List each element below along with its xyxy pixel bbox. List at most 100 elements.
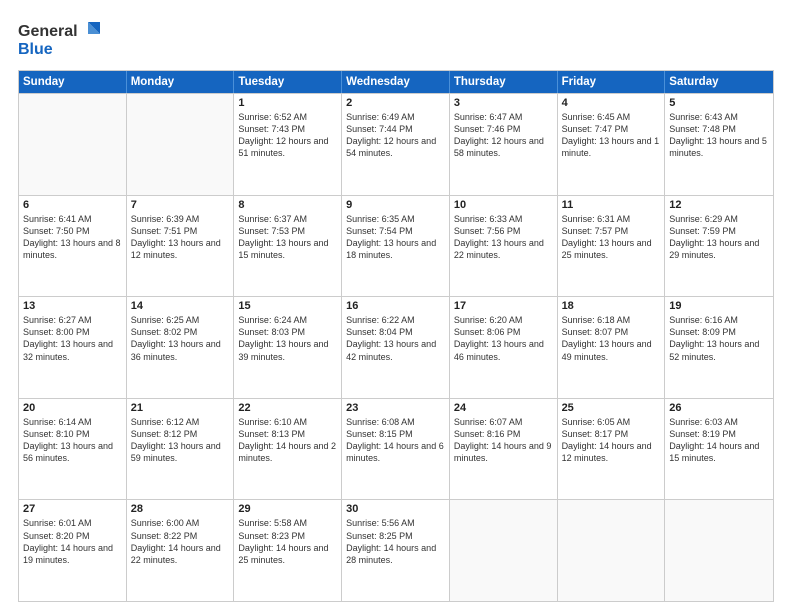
cell-info: Sunrise: 6:16 AMSunset: 8:09 PMDaylight:… bbox=[669, 314, 769, 363]
calendar-cell bbox=[127, 94, 235, 195]
calendar-header: SundayMondayTuesdayWednesdayThursdayFrid… bbox=[19, 71, 773, 93]
calendar-cell: 15Sunrise: 6:24 AMSunset: 8:03 PMDayligh… bbox=[234, 297, 342, 398]
calendar-cell: 30 Sunrise: 5:56 AMSunset: 8:25 PMDayligh… bbox=[342, 500, 450, 601]
cell-info: Sunrise: 6:00 AMSunset: 8:22 PMDaylight:… bbox=[131, 517, 230, 566]
calendar-cell: 9 Sunrise: 6:35 AMSunset: 7:54 PMDaylight… bbox=[342, 196, 450, 297]
cell-info: Sunrise: 6:35 AMSunset: 7:54 PMDaylight:… bbox=[346, 213, 445, 262]
day-number: 9 bbox=[346, 199, 445, 211]
header-cell-sunday: Sunday bbox=[19, 71, 127, 93]
calendar-cell: 1Sunrise: 6:52 AMSunset: 7:43 PMDaylight… bbox=[234, 94, 342, 195]
cell-info: Sunrise: 6:37 AMSunset: 7:53 PMDaylight:… bbox=[238, 213, 337, 262]
cell-info: Sunrise: 6:29 AMSunset: 7:59 PMDaylight:… bbox=[669, 213, 769, 262]
cell-info: Sunrise: 6:47 AMSunset: 7:46 PMDaylight:… bbox=[454, 111, 553, 160]
calendar-cell: 21Sunrise: 6:12 AMSunset: 8:12 PMDayligh… bbox=[127, 399, 235, 500]
calendar-cell bbox=[665, 500, 773, 601]
day-number: 5 bbox=[669, 97, 769, 109]
cell-info: Sunrise: 6:27 AMSunset: 8:00 PMDaylight:… bbox=[23, 314, 122, 363]
cell-info: Sunrise: 6:24 AMSunset: 8:03 PMDaylight:… bbox=[238, 314, 337, 363]
day-number: 23 bbox=[346, 402, 445, 414]
logo: GeneralBlue bbox=[18, 18, 108, 60]
day-number: 3 bbox=[454, 97, 553, 109]
day-number: 27 bbox=[23, 503, 122, 515]
calendar-cell: 2 Sunrise: 6:49 AMSunset: 7:44 PMDaylight… bbox=[342, 94, 450, 195]
calendar-cell: 27 Sunrise: 6:01 AMSunset: 8:20 PMDayligh… bbox=[19, 500, 127, 601]
header-cell-thursday: Thursday bbox=[450, 71, 558, 93]
calendar-cell bbox=[558, 500, 666, 601]
cell-info: Sunrise: 6:07 AMSunset: 8:16 PMDaylight:… bbox=[454, 416, 553, 465]
cell-info: Sunrise: 6:39 AMSunset: 7:51 PMDaylight:… bbox=[131, 213, 230, 262]
calendar-cell: 8 Sunrise: 6:37 AMSunset: 7:53 PMDaylight… bbox=[234, 196, 342, 297]
cell-info: Sunrise: 6:10 AMSunset: 8:13 PMDaylight:… bbox=[238, 416, 337, 465]
cell-info: Sunrise: 6:05 AMSunset: 8:17 PMDaylight:… bbox=[562, 416, 661, 465]
day-number: 26 bbox=[669, 402, 769, 414]
cell-info: Sunrise: 6:25 AMSunset: 8:02 PMDaylight:… bbox=[131, 314, 230, 363]
day-number: 24 bbox=[454, 402, 553, 414]
page: GeneralBlue SundayMondayTuesdayWednesday… bbox=[0, 0, 792, 612]
cell-info: Sunrise: 6:22 AMSunset: 8:04 PMDaylight:… bbox=[346, 314, 445, 363]
cell-info: Sunrise: 6:20 AMSunset: 8:06 PMDaylight:… bbox=[454, 314, 553, 363]
cell-info: Sunrise: 6:18 AMSunset: 8:07 PMDaylight:… bbox=[562, 314, 661, 363]
day-number: 8 bbox=[238, 199, 337, 211]
cell-info: Sunrise: 6:31 AMSunset: 7:57 PMDaylight:… bbox=[562, 213, 661, 262]
calendar-row-1: 6Sunrise: 6:41 AMSunset: 7:50 PMDaylight… bbox=[19, 195, 773, 297]
calendar-cell: 18 Sunrise: 6:18 AMSunset: 8:07 PMDayligh… bbox=[558, 297, 666, 398]
day-number: 28 bbox=[131, 503, 230, 515]
day-number: 16 bbox=[346, 300, 445, 312]
calendar-cell: 23 Sunrise: 6:08 AMSunset: 8:15 PMDayligh… bbox=[342, 399, 450, 500]
day-number: 4 bbox=[562, 97, 661, 109]
calendar-cell: 13 Sunrise: 6:27 AMSunset: 8:00 PMDayligh… bbox=[19, 297, 127, 398]
calendar-cell: 4 Sunrise: 6:45 AMSunset: 7:47 PMDaylight… bbox=[558, 94, 666, 195]
svg-text:Blue: Blue bbox=[18, 41, 53, 58]
cell-info: Sunrise: 6:41 AMSunset: 7:50 PMDaylight:… bbox=[23, 213, 122, 262]
cell-info: Sunrise: 6:14 AMSunset: 8:10 PMDaylight:… bbox=[23, 416, 122, 465]
calendar-cell bbox=[19, 94, 127, 195]
calendar-cell: 14 Sunrise: 6:25 AMSunset: 8:02 PMDayligh… bbox=[127, 297, 235, 398]
logo-svg: GeneralBlue bbox=[18, 18, 108, 60]
calendar-body: 1Sunrise: 6:52 AMSunset: 7:43 PMDaylight… bbox=[19, 93, 773, 601]
day-number: 10 bbox=[454, 199, 553, 211]
day-number: 13 bbox=[23, 300, 122, 312]
day-number: 29 bbox=[238, 503, 337, 515]
day-number: 25 bbox=[562, 402, 661, 414]
header-cell-wednesday: Wednesday bbox=[342, 71, 450, 93]
calendar-row-4: 27 Sunrise: 6:01 AMSunset: 8:20 PMDayligh… bbox=[19, 499, 773, 601]
cell-info: Sunrise: 5:56 AMSunset: 8:25 PMDaylight:… bbox=[346, 517, 445, 566]
day-number: 20 bbox=[23, 402, 122, 414]
calendar-row-2: 13 Sunrise: 6:27 AMSunset: 8:00 PMDayligh… bbox=[19, 296, 773, 398]
calendar-cell: 19 Sunrise: 6:16 AMSunset: 8:09 PMDayligh… bbox=[665, 297, 773, 398]
day-number: 2 bbox=[346, 97, 445, 109]
calendar-cell: 24 Sunrise: 6:07 AMSunset: 8:16 PMDayligh… bbox=[450, 399, 558, 500]
day-number: 30 bbox=[346, 503, 445, 515]
calendar-cell: 25 Sunrise: 6:05 AMSunset: 8:17 PMDayligh… bbox=[558, 399, 666, 500]
calendar-cell: 3 Sunrise: 6:47 AMSunset: 7:46 PMDaylight… bbox=[450, 94, 558, 195]
day-number: 19 bbox=[669, 300, 769, 312]
header: GeneralBlue bbox=[18, 18, 774, 60]
calendar-cell: 22Sunrise: 6:10 AMSunset: 8:13 PMDayligh… bbox=[234, 399, 342, 500]
calendar-cell: 26 Sunrise: 6:03 AMSunset: 8:19 PMDayligh… bbox=[665, 399, 773, 500]
calendar-row-3: 20 Sunrise: 6:14 AMSunset: 8:10 PMDayligh… bbox=[19, 398, 773, 500]
cell-info: Sunrise: 6:08 AMSunset: 8:15 PMDaylight:… bbox=[346, 416, 445, 465]
day-number: 17 bbox=[454, 300, 553, 312]
day-number: 14 bbox=[131, 300, 230, 312]
cell-info: Sunrise: 6:01 AMSunset: 8:20 PMDaylight:… bbox=[23, 517, 122, 566]
calendar-cell bbox=[450, 500, 558, 601]
calendar-cell: 28 Sunrise: 6:00 AMSunset: 8:22 PMDayligh… bbox=[127, 500, 235, 601]
cell-info: Sunrise: 6:49 AMSunset: 7:44 PMDaylight:… bbox=[346, 111, 445, 160]
cell-info: Sunrise: 6:03 AMSunset: 8:19 PMDaylight:… bbox=[669, 416, 769, 465]
day-number: 11 bbox=[562, 199, 661, 211]
day-number: 7 bbox=[131, 199, 230, 211]
calendar-cell: 11 Sunrise: 6:31 AMSunset: 7:57 PMDayligh… bbox=[558, 196, 666, 297]
calendar-cell: 12 Sunrise: 6:29 AMSunset: 7:59 PMDayligh… bbox=[665, 196, 773, 297]
day-number: 1 bbox=[238, 97, 337, 109]
calendar-cell: 16 Sunrise: 6:22 AMSunset: 8:04 PMDayligh… bbox=[342, 297, 450, 398]
day-number: 18 bbox=[562, 300, 661, 312]
svg-text:General: General bbox=[18, 23, 78, 40]
cell-info: Sunrise: 6:33 AMSunset: 7:56 PMDaylight:… bbox=[454, 213, 553, 262]
day-number: 12 bbox=[669, 199, 769, 211]
cell-info: Sunrise: 6:43 AMSunset: 7:48 PMDaylight:… bbox=[669, 111, 769, 160]
calendar-cell: 6Sunrise: 6:41 AMSunset: 7:50 PMDaylight… bbox=[19, 196, 127, 297]
cell-info: Sunrise: 6:45 AMSunset: 7:47 PMDaylight:… bbox=[562, 111, 661, 160]
calendar-cell: 29Sunrise: 5:58 AMSunset: 8:23 PMDayligh… bbox=[234, 500, 342, 601]
calendar-cell: 17 Sunrise: 6:20 AMSunset: 8:06 PMDayligh… bbox=[450, 297, 558, 398]
calendar-cell: 7 Sunrise: 6:39 AMSunset: 7:51 PMDaylight… bbox=[127, 196, 235, 297]
